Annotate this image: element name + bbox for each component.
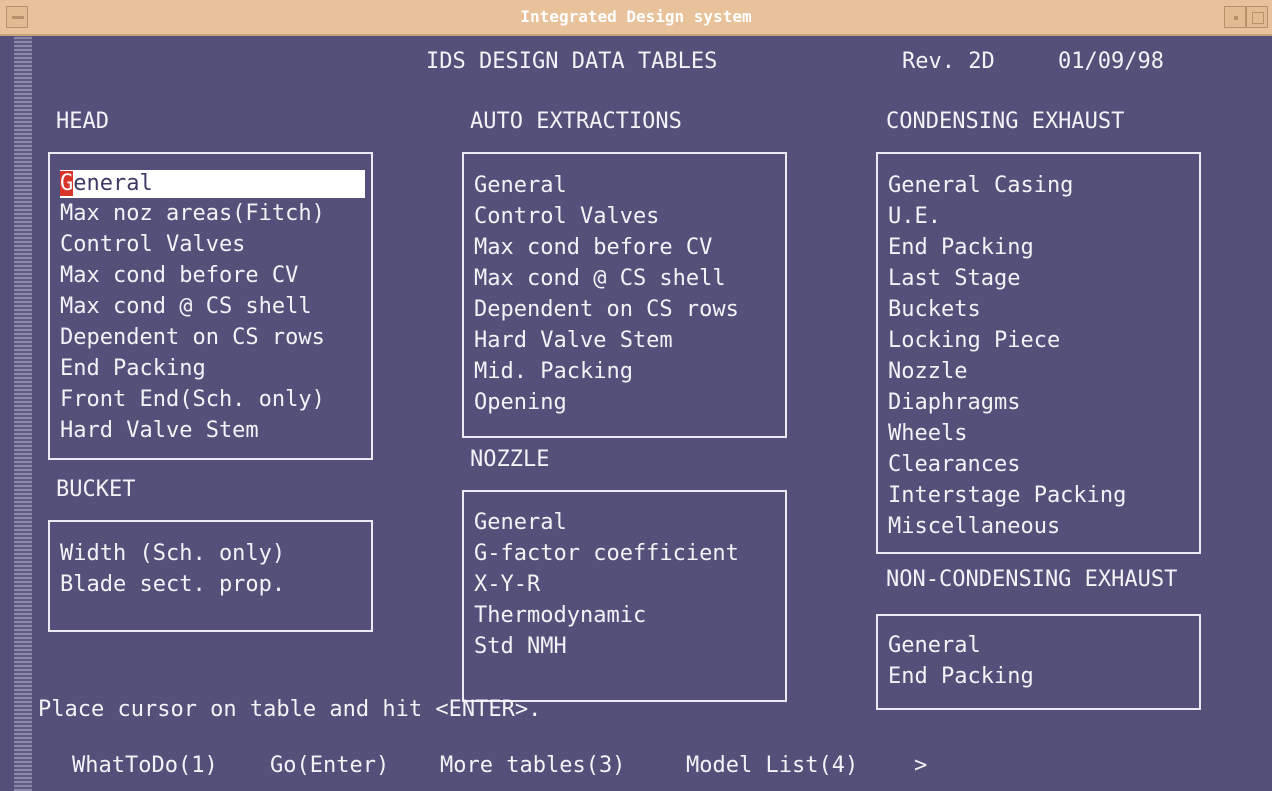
list-item[interactable]: U.E. [888, 203, 941, 231]
nozzle-table-list: General G-factor coefficient X-Y-R Therm… [462, 490, 787, 702]
maximize-icon [1252, 12, 1264, 24]
list-item[interactable]: Std NMH [474, 633, 567, 661]
auto-extractions-table-list: General Control Valves Max cond before C… [462, 152, 787, 438]
list-item[interactable]: Nozzle [888, 358, 967, 386]
list-item[interactable]: General [474, 509, 567, 537]
list-item[interactable]: Dependent on CS rows [474, 296, 739, 324]
nozzle-heading: NOZZLE [470, 447, 550, 472]
minimize-icon [1234, 16, 1238, 20]
list-item[interactable]: Max cond before CV [474, 234, 712, 262]
title-bar: Integrated Design system [0, 0, 1272, 36]
list-item[interactable]: General Casing [888, 172, 1073, 200]
more-tables-key[interactable]: More tables(3) [440, 752, 625, 780]
bucket-table-list: Width (Sch. only) Blade sect. prop. [48, 520, 373, 632]
list-item[interactable]: Locking Piece [888, 327, 1060, 355]
minimize-button[interactable] [1224, 6, 1246, 28]
list-item[interactable]: General [474, 172, 567, 200]
non-condensing-exhaust-heading: NON-CONDENSING EXHAUST [886, 567, 1178, 592]
list-item[interactable]: End Packing [888, 663, 1034, 691]
head-heading: HEAD [56, 109, 109, 134]
list-item[interactable]: Control Valves [60, 231, 245, 259]
list-item[interactable]: Mid. Packing [474, 358, 633, 386]
date-label: 01/09/98 [1058, 49, 1164, 74]
list-item[interactable]: Hard Valve Stem [474, 327, 673, 355]
head-table-list: General Max noz areas(Fitch) Control Val… [48, 152, 373, 460]
terminal-screen: IDS DESIGN DATA TABLES Rev. 2D 01/09/98 … [34, 36, 1272, 791]
list-item[interactable]: Blade sect. prop. [60, 571, 285, 599]
page-title: IDS DESIGN DATA TABLES [426, 49, 718, 74]
list-item[interactable]: Max cond @ CS shell [474, 265, 726, 293]
more-keys-arrow[interactable]: > [914, 752, 927, 780]
list-item[interactable]: Buckets [888, 296, 981, 324]
bucket-heading: BUCKET [56, 477, 136, 502]
list-item[interactable]: End Packing [60, 355, 206, 383]
list-item[interactable]: Control Valves [474, 203, 659, 231]
list-item[interactable]: General [888, 632, 981, 660]
window-title: Integrated Design system [520, 7, 752, 26]
list-item[interactable]: Wheels [888, 420, 967, 448]
list-item[interactable]: Max cond before CV [60, 262, 298, 290]
list-item[interactable]: Thermodynamic [474, 602, 646, 630]
list-item[interactable]: Opening [474, 389, 567, 417]
list-item[interactable]: X-Y-R [474, 571, 540, 599]
terminal-window: Integrated Design system IDS DESIGN DATA… [0, 0, 1272, 791]
status-message: Place cursor on table and hit <ENTER>. [38, 697, 542, 722]
model-list-key[interactable]: Model List(4) [686, 752, 858, 780]
list-item[interactable]: G-factor coefficient [474, 540, 739, 568]
list-item[interactable]: Width (Sch. only) [60, 540, 285, 568]
list-item-head-general[interactable]: General [60, 170, 365, 198]
list-item[interactable]: End Packing [888, 234, 1034, 262]
list-item[interactable]: Front End(Sch. only) [60, 386, 325, 414]
auto-extractions-heading: AUTO EXTRACTIONS [470, 109, 682, 134]
list-item[interactable]: Last Stage [888, 265, 1020, 293]
list-item[interactable]: Max cond @ CS shell [60, 293, 312, 321]
list-item[interactable]: Hard Valve Stem [60, 417, 259, 445]
list-item[interactable]: Max noz areas(Fitch) [60, 200, 325, 228]
condensing-exhaust-heading: CONDENSING EXHAUST [886, 109, 1125, 134]
revision-label: Rev. 2D [902, 49, 995, 74]
list-item[interactable]: Interstage Packing [888, 482, 1126, 510]
list-item[interactable]: Miscellaneous [888, 513, 1060, 541]
window-border-stripe [14, 36, 32, 791]
maximize-button[interactable] [1246, 6, 1268, 28]
list-item[interactable]: Diaphragms [888, 389, 1020, 417]
non-condensing-exhaust-table-list: General End Packing [876, 614, 1201, 710]
go-key[interactable]: Go(Enter) [270, 752, 389, 780]
whattodo-key[interactable]: WhatToDo(1) [72, 752, 218, 780]
list-item[interactable]: Clearances [888, 451, 1020, 479]
text-cursor: G [60, 171, 74, 196]
list-item[interactable]: Dependent on CS rows [60, 324, 325, 352]
condensing-exhaust-table-list: General Casing U.E. End Packing Last Sta… [876, 152, 1201, 554]
